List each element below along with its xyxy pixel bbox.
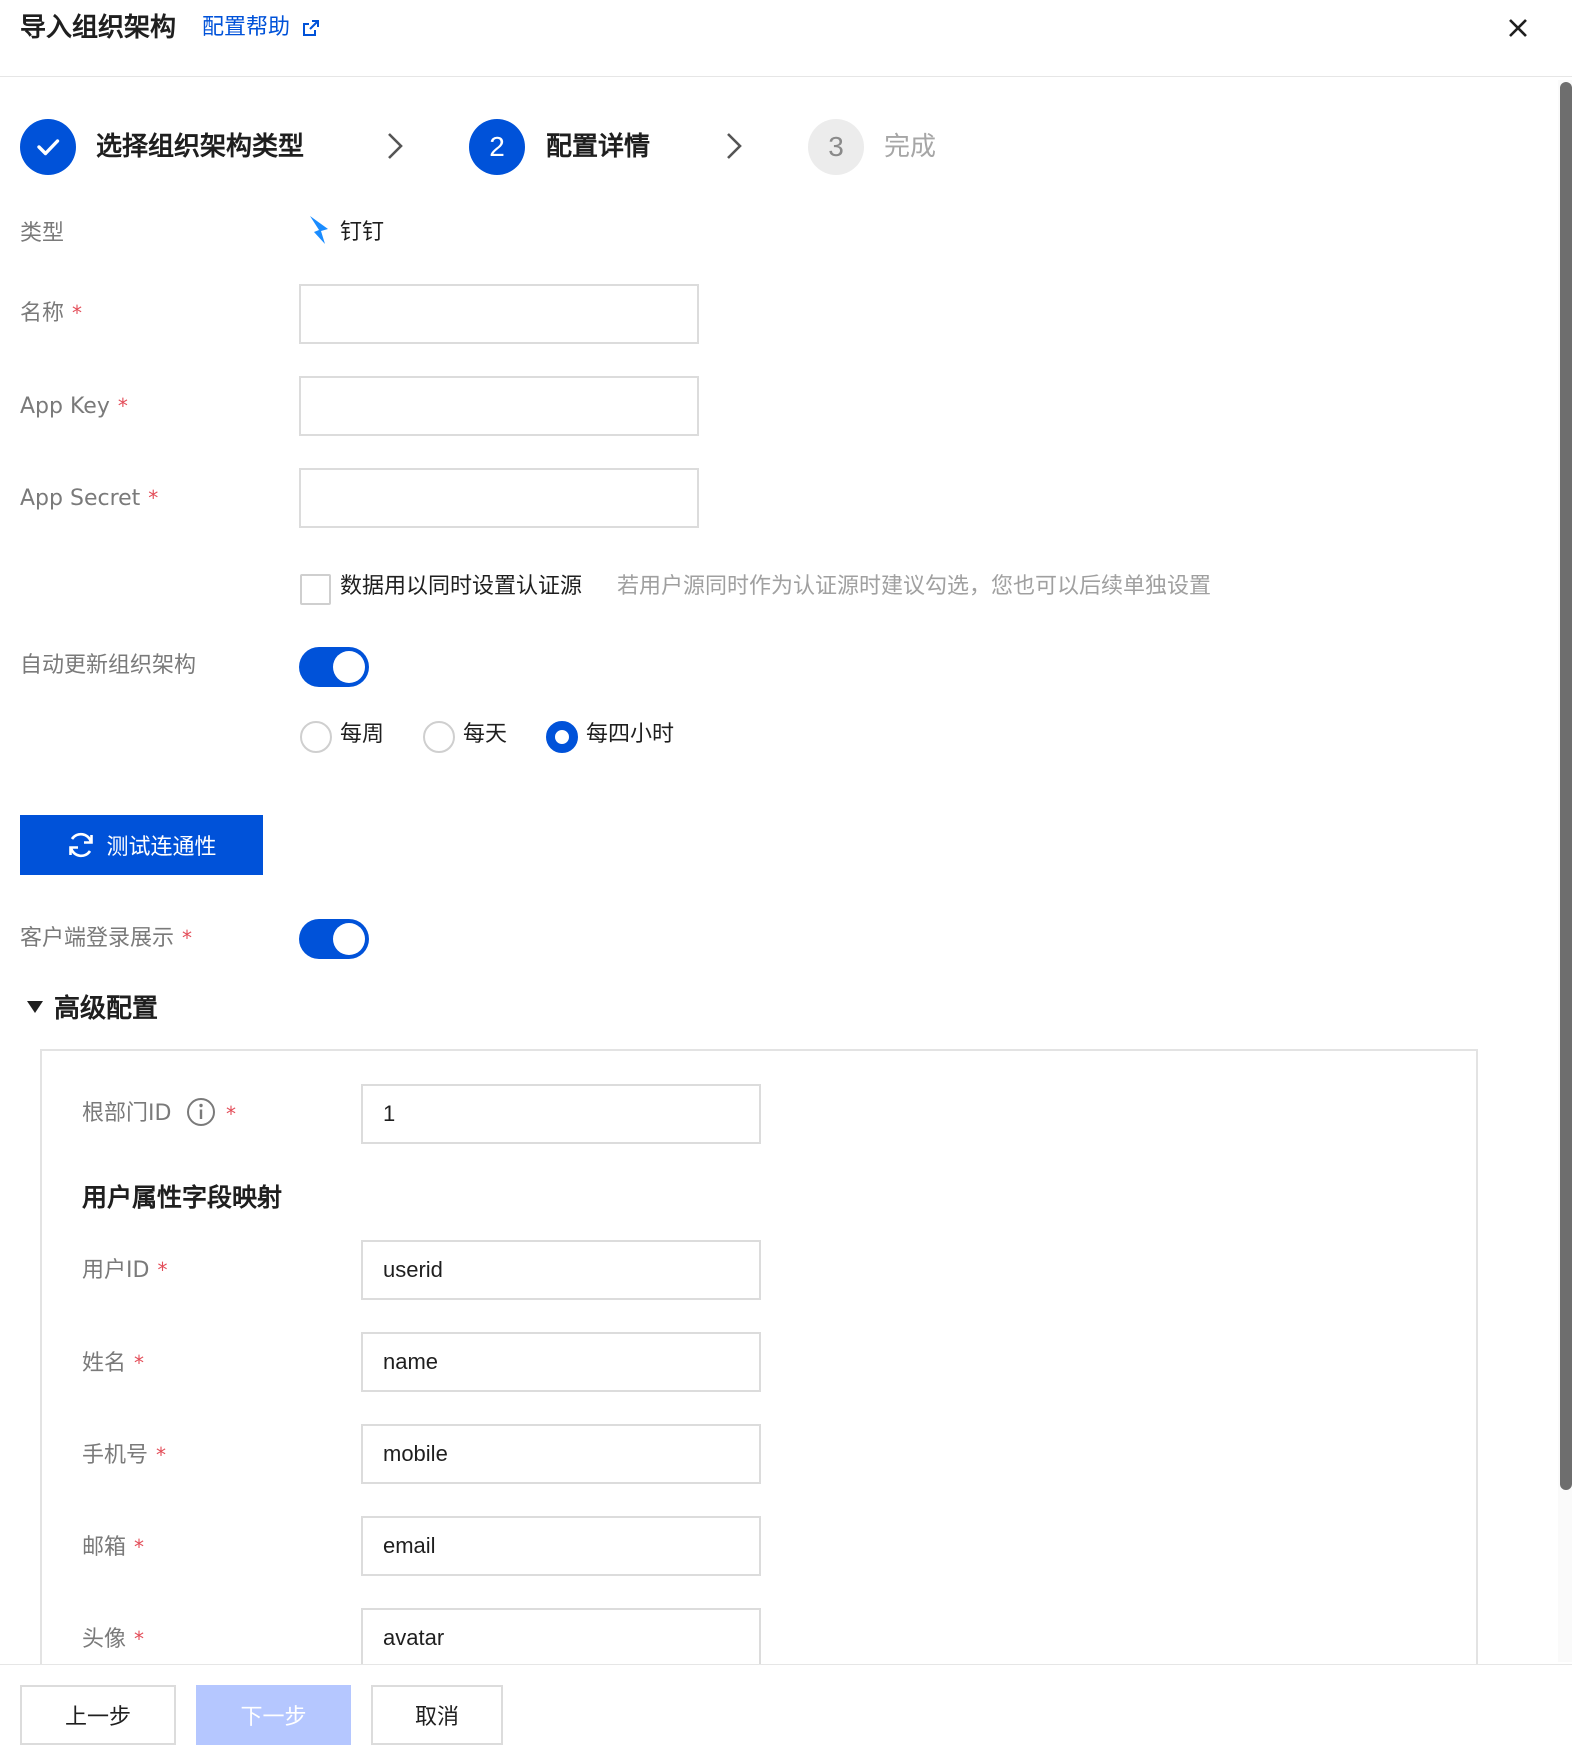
root-dept-label: 根部门ID	[82, 1098, 171, 1130]
type-value: 钉钉	[308, 214, 384, 246]
next-step-button[interactable]: 下一步	[196, 1685, 351, 1745]
required-mark: *	[156, 1443, 167, 1467]
test-connectivity-button[interactable]: 测试连通性	[20, 815, 263, 875]
step-1-circle	[20, 119, 76, 175]
auth-source-checkbox[interactable]	[300, 574, 331, 605]
app-secret-label-text: App Secret	[20, 486, 141, 511]
dialog-title: 导入组织架构	[20, 13, 177, 43]
advanced-config-title: 高级配置	[54, 994, 159, 1024]
step-2-label: 配置详情	[546, 132, 651, 162]
step-3-label: 完成	[884, 132, 937, 162]
avatar-label: 头像 *	[82, 1623, 144, 1656]
step-3-circle: 3	[808, 119, 864, 175]
check-icon	[37, 139, 60, 156]
config-help-link[interactable]: 配置帮助	[202, 12, 320, 44]
type-label: 类型	[20, 221, 65, 246]
client-login-toggle[interactable]	[299, 919, 369, 959]
field-mapping-title: 用户属性字段映射	[82, 1183, 283, 1212]
user-id-input[interactable]: userid	[361, 1240, 761, 1300]
required-mark: *	[117, 394, 128, 418]
toggle-knob	[333, 923, 365, 955]
prev-step-button[interactable]: 上一步	[20, 1685, 176, 1745]
toggle-knob	[333, 651, 365, 683]
full-name-label: 姓名 *	[82, 1347, 144, 1380]
app-key-label: App Key *	[20, 390, 128, 423]
client-login-label: 客户端登录展示 *	[20, 922, 192, 955]
name-input[interactable]	[299, 284, 699, 344]
app-secret-input[interactable]	[299, 468, 699, 528]
avatar-label-text: 头像	[82, 1627, 127, 1652]
step-2-circle: 2	[469, 119, 525, 175]
app-secret-label: App Secret *	[20, 482, 158, 515]
config-help-link-label: 配置帮助	[202, 15, 291, 40]
required-mark: *	[72, 301, 83, 325]
radio-daily[interactable]	[423, 721, 455, 753]
dingtalk-logo-icon	[310, 216, 328, 244]
info-icon[interactable]	[186, 1097, 216, 1127]
radio-daily-label[interactable]: 每天	[463, 719, 507, 751]
radio-every-4-hours-label[interactable]: 每四小时	[586, 719, 674, 751]
refresh-icon	[69, 832, 94, 858]
auto-update-label: 自动更新组织架构	[20, 653, 197, 678]
required-mark: *	[148, 486, 159, 510]
radio-every-4-hours[interactable]	[546, 721, 578, 753]
radio-weekly[interactable]	[300, 721, 332, 753]
root-dept-label-text: 根部门ID	[82, 1101, 172, 1126]
app-key-label-text: App Key	[20, 394, 110, 419]
user-id-label: 用户ID *	[82, 1254, 167, 1287]
client-login-label-text: 客户端登录展示	[20, 926, 175, 951]
app-key-input[interactable]	[299, 376, 699, 436]
full-name-input[interactable]: name	[361, 1332, 761, 1392]
required-mark: *	[226, 1102, 236, 1126]
required-mark: *	[157, 1258, 168, 1282]
step-1-label: 选择组织架构类型	[96, 132, 305, 162]
test-connectivity-label: 测试连通性	[106, 835, 217, 860]
required-mark: *	[182, 926, 193, 950]
email-input[interactable]: email	[361, 1516, 761, 1576]
caret-down-icon	[27, 1000, 43, 1013]
close-icon[interactable]	[1502, 12, 1534, 44]
external-link-icon	[303, 20, 320, 36]
full-name-label-text: 姓名	[82, 1351, 127, 1376]
chevron-right-icon	[727, 133, 742, 159]
root-dept-input[interactable]: 1	[361, 1084, 761, 1144]
user-id-label-text: 用户ID	[82, 1258, 150, 1283]
required-mark: *	[134, 1351, 145, 1375]
auth-source-hint: 若用户源同时作为认证源时建议勾选，您也可以后续单独设置	[617, 574, 1212, 599]
email-label: 邮箱 *	[82, 1531, 144, 1564]
type-value-text: 钉钉	[340, 220, 385, 245]
dialog-header: 导入组织架构 配置帮助	[0, 0, 1572, 77]
auto-update-toggle[interactable]	[299, 647, 369, 687]
required-mark: *	[134, 1535, 145, 1559]
mobile-label: 手机号 *	[82, 1439, 166, 1472]
cancel-button[interactable]: 取消	[371, 1685, 503, 1745]
required-mark: *	[134, 1627, 145, 1651]
auth-source-checkbox-label[interactable]: 数据用以同时设置认证源	[340, 571, 582, 603]
radio-weekly-label[interactable]: 每周	[340, 719, 384, 751]
mobile-label-text: 手机号	[82, 1443, 149, 1468]
scrollbar-thumb[interactable]	[1560, 82, 1572, 1490]
chevron-right-icon	[388, 133, 403, 159]
avatar-input[interactable]: avatar	[361, 1608, 761, 1668]
email-label-text: 邮箱	[82, 1535, 127, 1560]
mobile-input[interactable]: mobile	[361, 1424, 761, 1484]
name-label-text: 名称	[20, 301, 65, 326]
name-label: 名称 *	[20, 297, 82, 330]
advanced-config-toggle[interactable]: 高级配置	[26, 988, 158, 1025]
